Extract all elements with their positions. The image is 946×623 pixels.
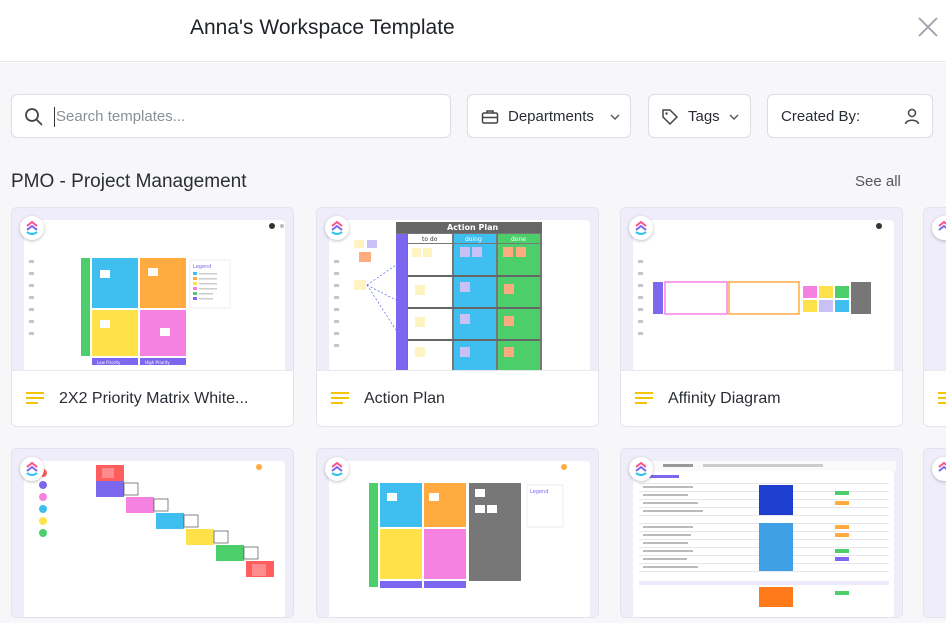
affinity-diagram-preview — [638, 223, 882, 335]
svg-text:done: done — [511, 236, 526, 243]
svg-text:Low Priority: Low Priority — [97, 360, 121, 365]
close-icon[interactable] — [917, 16, 939, 38]
svg-text:doing: doing — [465, 236, 482, 243]
modal-title: Anna's Workspace Template — [190, 16, 455, 39]
effort-matrix-preview: Legend — [369, 464, 567, 588]
departments-label: Departments — [508, 108, 594, 125]
clickup-logo-icon — [20, 457, 44, 481]
briefcase-icon — [481, 110, 499, 124]
see-all-link[interactable]: See all — [855, 173, 901, 190]
template-card-priority-matrix[interactable]: Low Priority High Priority Legend 2X2 Pr… — [11, 207, 294, 427]
svg-text:Legend: Legend — [530, 489, 548, 495]
doc-lines-icon — [26, 392, 44, 404]
doc-lines-icon — [331, 392, 349, 404]
search-icon — [25, 108, 43, 126]
template-name: Affinity Diagram — [668, 390, 781, 407]
clickup-logo-icon — [325, 457, 349, 481]
template-thumbnail — [621, 449, 902, 617]
priority-matrix-preview: Low Priority High Priority Legend — [29, 223, 284, 365]
template-browser: Search templates... Departments Tags Cre… — [0, 63, 946, 623]
template-thumbnail — [12, 449, 293, 617]
section-title: PMO - Project Management — [11, 171, 247, 192]
search-placeholder: Search templates... — [56, 108, 186, 125]
template-card-affinity-diagram[interactable]: Affinity Diagram — [620, 207, 903, 427]
template-thumbnail: Legend — [317, 449, 598, 617]
template-card-action-plan[interactable]: Action Plan to do doing done Action Plan — [316, 207, 599, 427]
svg-text:Action Plan: Action Plan — [447, 223, 498, 232]
clickup-logo-icon — [629, 216, 653, 240]
template-name: 2X2 Priority Matrix White... — [59, 390, 249, 407]
card-footer: Action Plan — [317, 370, 598, 426]
template-thumbnail — [621, 208, 902, 370]
clickup-logo-icon — [20, 216, 44, 240]
svg-text:to do: to do — [422, 236, 438, 243]
template-thumbnail: Action Plan to do doing done — [317, 208, 598, 370]
staircase-preview — [39, 464, 274, 577]
doc-lines-icon — [635, 392, 653, 404]
template-card-partial[interactable] — [923, 207, 946, 427]
user-icon — [904, 108, 920, 125]
clickup-logo-icon — [629, 457, 653, 481]
created-by-label: Created By: — [781, 108, 861, 125]
clickup-logo-icon — [325, 216, 349, 240]
template-card[interactable] — [11, 448, 294, 618]
table-list-preview — [633, 461, 896, 607]
chevron-down-icon — [610, 114, 620, 120]
card-footer: 2X2 Priority Matrix White... — [12, 370, 293, 426]
tags-label: Tags — [688, 108, 720, 125]
svg-text:High Priority: High Priority — [145, 360, 170, 365]
template-thumbnail: Low Priority High Priority Legend — [12, 208, 293, 370]
chevron-down-icon — [729, 114, 739, 120]
search-input[interactable]: Search templates... — [11, 94, 451, 138]
created-by-dropdown[interactable]: Created By: — [767, 94, 933, 138]
template-card[interactable]: Legend — [316, 448, 599, 618]
tag-icon — [662, 109, 678, 125]
text-cursor — [54, 107, 55, 127]
card-footer: Affinity Diagram — [621, 370, 902, 426]
tags-dropdown[interactable]: Tags — [648, 94, 751, 138]
action-plan-preview: Action Plan to do doing done — [334, 222, 542, 370]
template-card-partial[interactable] — [923, 448, 946, 618]
doc-lines-icon — [938, 392, 946, 404]
departments-dropdown[interactable]: Departments — [467, 94, 631, 138]
template-card[interactable] — [620, 448, 903, 618]
template-name: Action Plan — [364, 390, 445, 407]
svg-text:Legend: Legend — [193, 264, 211, 270]
modal-header: Anna's Workspace Template — [0, 0, 946, 62]
